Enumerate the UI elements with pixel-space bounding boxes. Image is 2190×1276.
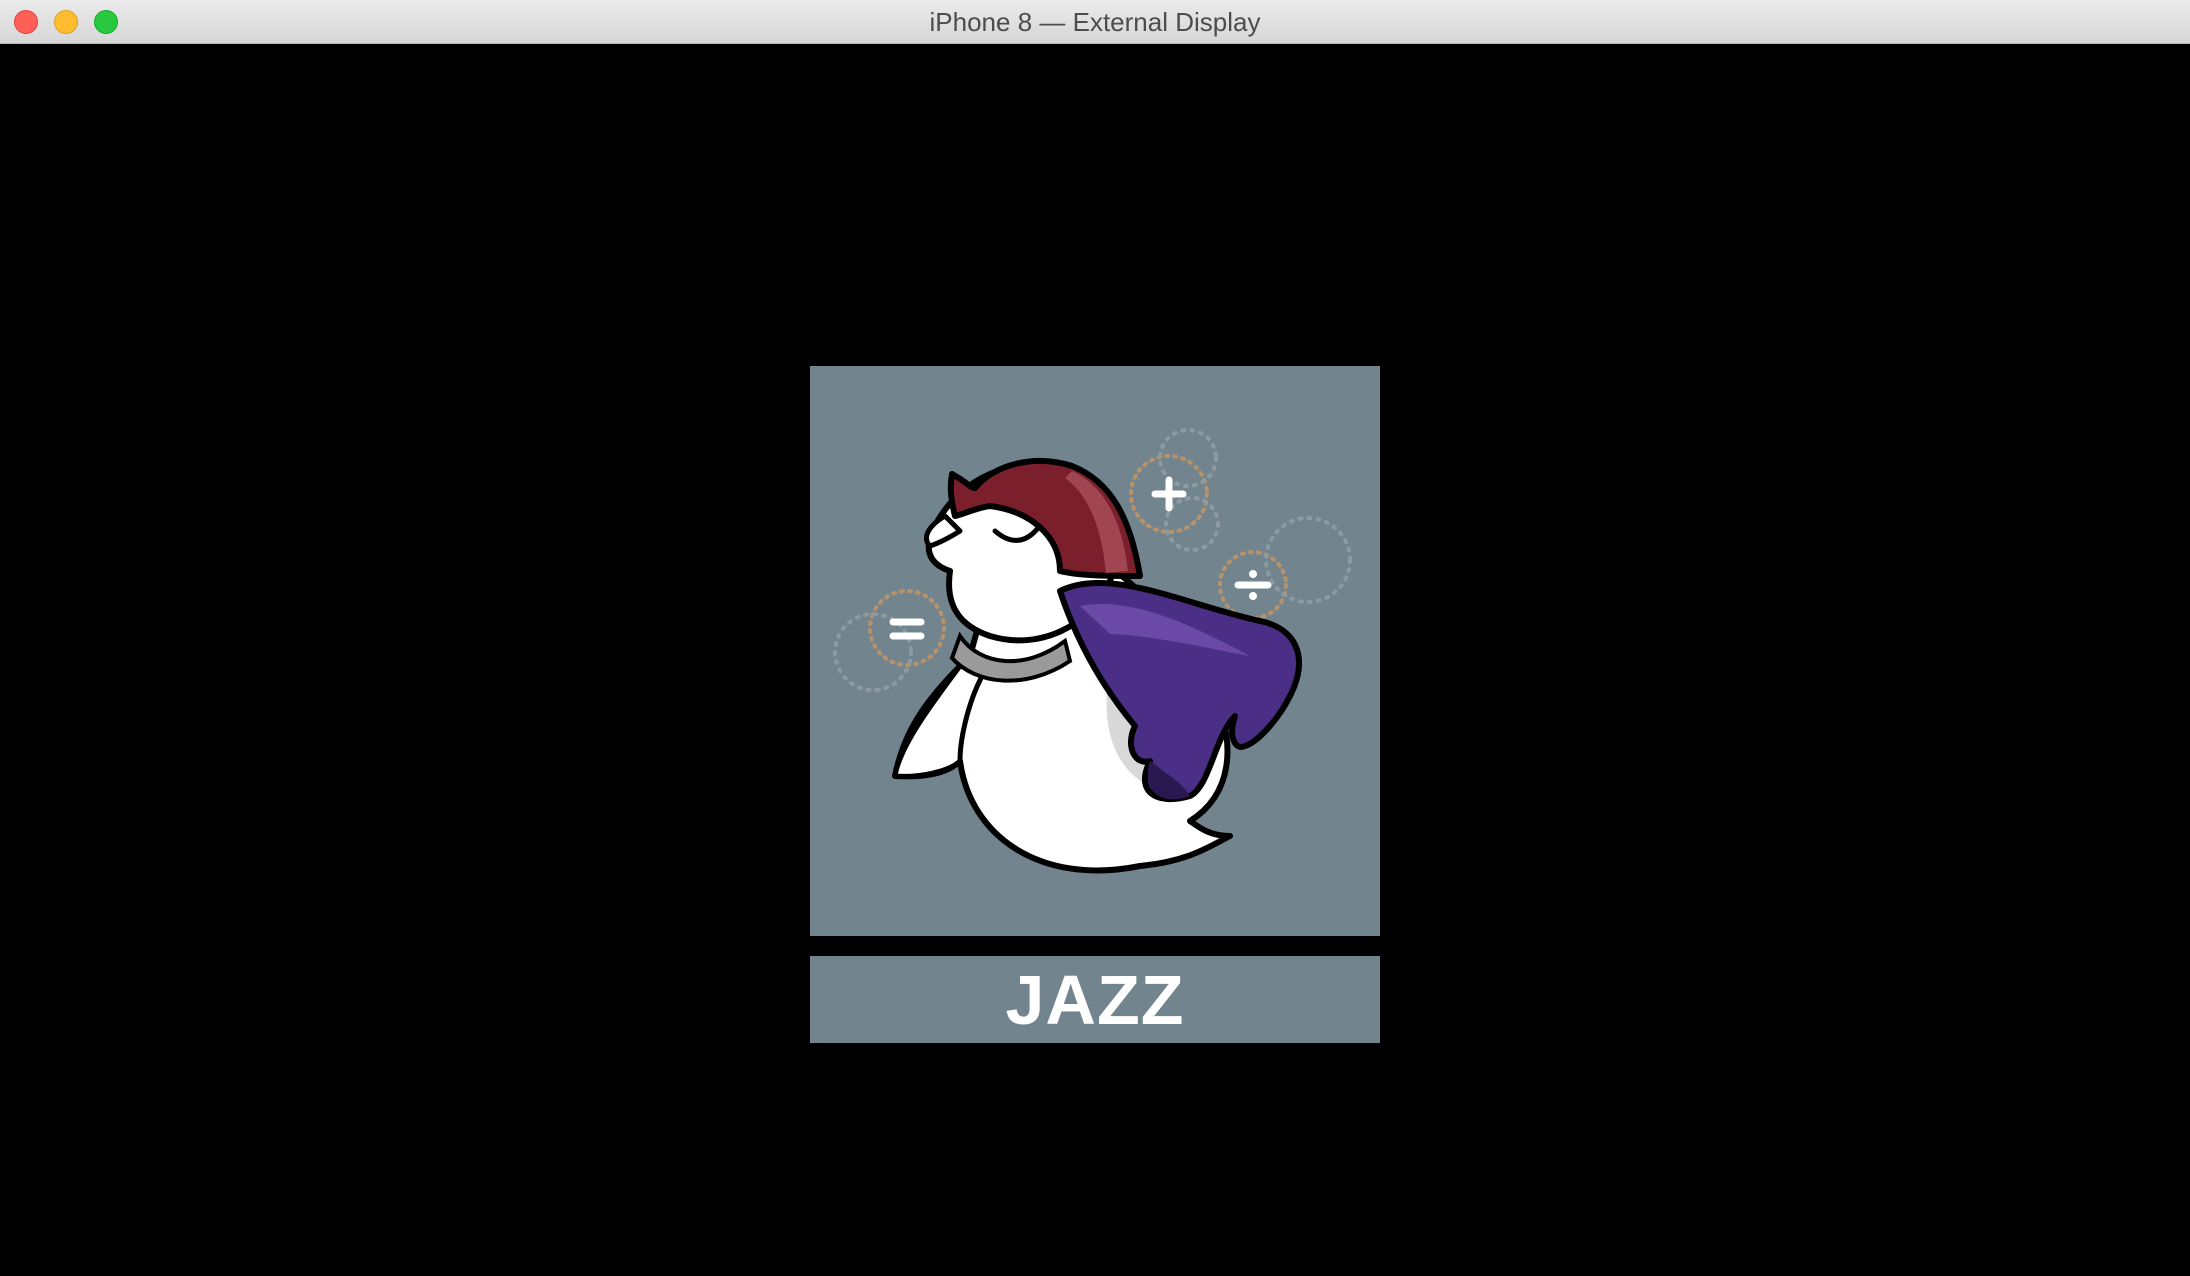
simulator-window: iPhone 8 — External Display JAZZ: [0, 0, 2190, 1276]
title-bar[interactable]: iPhone 8 — External Display: [0, 0, 2190, 44]
caped-bird-mascot-icon: [833, 428, 1352, 874]
track-label: JAZZ: [1005, 960, 1185, 1039]
external-display-content: JAZZ: [0, 44, 2190, 1276]
track-label-bar: JAZZ: [810, 956, 1380, 1043]
window-title: iPhone 8 — External Display: [929, 7, 1261, 37]
album-artwork: [810, 366, 1380, 936]
